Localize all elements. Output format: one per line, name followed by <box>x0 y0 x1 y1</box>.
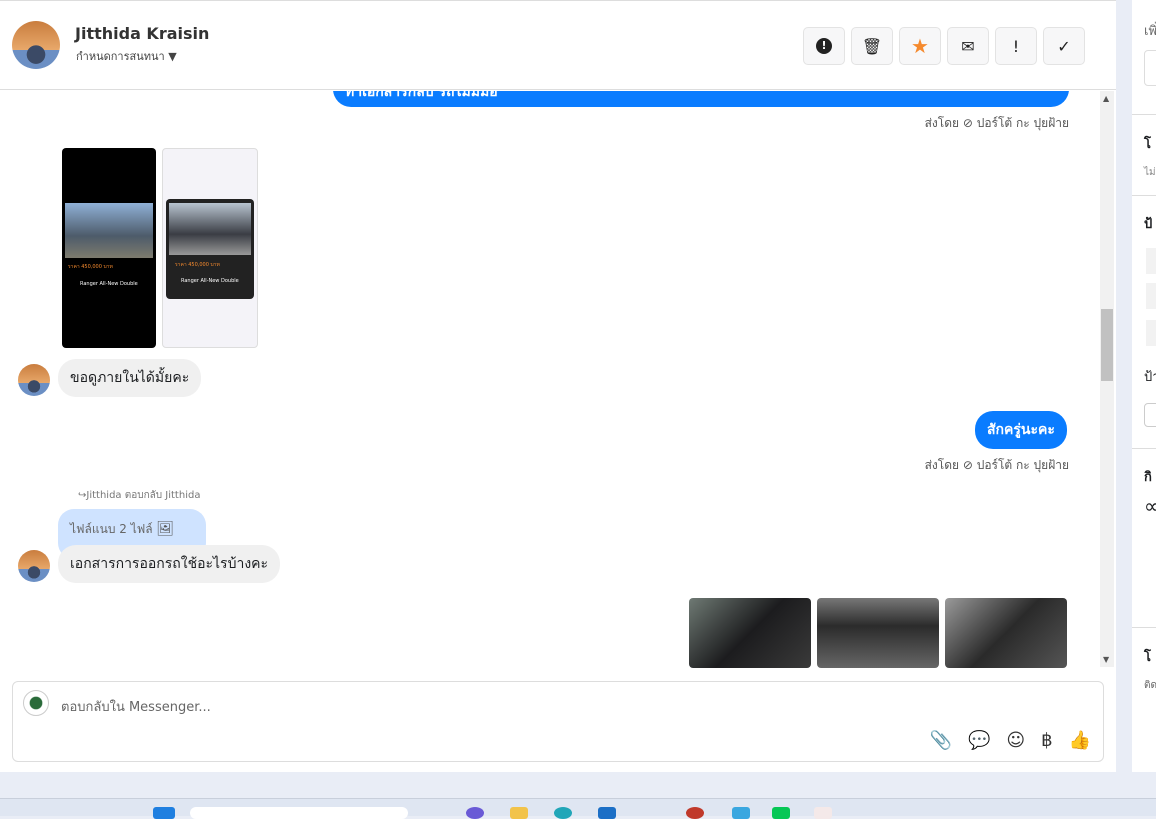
panel-text: เพิ่ <box>1144 24 1156 39</box>
envelope-icon: ✉ <box>961 36 975 56</box>
image-attachment[interactable] <box>817 598 939 668</box>
reply-composer[interactable]: ตอบกลับใน Messenger... 📎 💬 ☺ ฿ 👍 <box>12 681 1104 762</box>
panel-input[interactable] <box>1144 50 1156 86</box>
mark-unread-button[interactable]: ✉ <box>947 27 989 65</box>
panel-heading: โ <box>1144 137 1151 152</box>
line-icon[interactable] <box>772 807 790 819</box>
panel-heading: โ <box>1144 650 1151 665</box>
store-icon[interactable] <box>598 807 616 819</box>
sent-by-label: ส่งโดย ⊘ ปอร์โต้ กะ ปุยฝ้าย <box>924 458 1069 472</box>
contact-avatar[interactable] <box>12 21 60 69</box>
like-icon[interactable]: 👍 <box>1069 730 1091 751</box>
caret-down-icon: ▼ <box>168 50 177 63</box>
mark-done-button[interactable]: ✓ <box>1043 27 1085 65</box>
delete-button[interactable]: 🗑 <box>851 27 893 65</box>
attachment-icon[interactable]: 📎 <box>930 730 952 751</box>
message-incoming: ขอดูภายในได้มั้ยคะ <box>58 359 202 397</box>
reply-input[interactable]: ตอบกลับใน Messenger... <box>61 696 211 717</box>
screenshot-price: ราคา 450,000 บาท <box>68 264 113 270</box>
attachment-label: ไฟล์แนบ 2 ไฟล์ <box>70 522 153 536</box>
app-icon[interactable] <box>732 807 750 819</box>
folder-icon[interactable] <box>510 807 528 819</box>
contact-avatar <box>18 550 50 582</box>
panel-tag[interactable] <box>1146 320 1156 346</box>
panel-text: ∝ <box>1144 494 1156 518</box>
app-icon[interactable] <box>466 807 484 819</box>
exclamation-icon: ! <box>1012 36 1020 56</box>
panel-heading: กิ <box>1144 470 1152 485</box>
panel-heading: ป้ <box>1144 217 1153 232</box>
panel-label: ป้า <box>1144 370 1156 385</box>
page-avatar <box>23 690 49 716</box>
reply-note-text: Jitthida ตอบกลับ Jitthida <box>86 490 201 501</box>
trash-icon: 🗑 <box>861 36 883 56</box>
reply-note: ↪Jitthida ตอบกลับ Jitthida <box>78 490 201 501</box>
conversation-panel: Jitthida Kraisin กำหนดการสนทนา ▼ ! 🗑 ★ ✉… <box>0 0 1116 772</box>
image-attachment[interactable]: ราคา 450,000 บาท Ranger All-New Double <box>62 148 156 348</box>
edge-icon[interactable] <box>554 807 572 819</box>
alert-circle-icon: ! <box>816 38 832 54</box>
taskbar-search[interactable] <box>190 807 408 819</box>
panel-tag[interactable] <box>1146 283 1156 309</box>
saved-replies-icon[interactable]: 💬 <box>968 730 990 751</box>
message-incoming: เอกสารการออกรถใช้อะไรบ้างคะ <box>58 545 281 583</box>
scroll-down-icon[interactable]: ▼ <box>1103 655 1109 664</box>
panel-text: ติด <box>1144 680 1156 691</box>
contact-name[interactable]: Jitthida Kraisin <box>75 24 209 43</box>
panel-input[interactable] <box>1144 403 1156 427</box>
image-icon: 🖼 <box>156 521 175 537</box>
start-icon[interactable] <box>153 807 175 819</box>
screenshot-model: Ranger All-New Double <box>181 278 239 284</box>
message-scrollbar[interactable]: ▲ ▼ <box>1100 91 1114 667</box>
star-button[interactable]: ★ <box>899 27 941 65</box>
right-info-panel: เพิ่ โ ไม่ ป้ ป้า กิ ∝ โ ติด <box>1132 0 1156 772</box>
windows-taskbar <box>0 798 1156 819</box>
payment-icon[interactable]: ฿ <box>1041 730 1052 751</box>
report-button[interactable]: ! <box>803 27 845 65</box>
image-attachment[interactable]: ราคา 450,000 บาท Ranger All-New Double <box>162 148 258 348</box>
contact-avatar <box>18 364 50 396</box>
scrollbar-thumb[interactable] <box>1101 309 1113 381</box>
app-icon[interactable] <box>686 807 704 819</box>
conversation-menu-label: กำหนดการสนทนา <box>76 50 165 63</box>
follow-up-button[interactable]: ! <box>995 27 1037 65</box>
conversation-menu[interactable]: กำหนดการสนทนา ▼ <box>76 47 177 65</box>
app-icon[interactable] <box>814 807 832 819</box>
star-icon: ★ <box>911 34 929 58</box>
scroll-up-icon[interactable]: ▲ <box>1103 94 1109 103</box>
panel-text: ไม่ <box>1144 167 1156 178</box>
screenshot-price: ราคา 450,000 บาท <box>175 262 220 268</box>
image-attachment[interactable] <box>689 598 811 668</box>
image-attachment[interactable] <box>945 598 1067 668</box>
screenshot-model: Ranger All-New Double <box>80 281 138 287</box>
sent-by-label: ส่งโดย ⊘ ปอร์โต้ กะ ปุยฝ้าย <box>924 116 1069 130</box>
check-icon: ✓ <box>1057 36 1071 56</box>
panel-tag[interactable] <box>1146 248 1156 274</box>
message-outgoing: สักครู่นะคะ <box>975 411 1067 449</box>
emoji-icon[interactable]: ☺ <box>1006 730 1025 751</box>
conversation-header: Jitthida Kraisin กำหนดการสนทนา ▼ ! 🗑 ★ ✉… <box>0 1 1116 90</box>
